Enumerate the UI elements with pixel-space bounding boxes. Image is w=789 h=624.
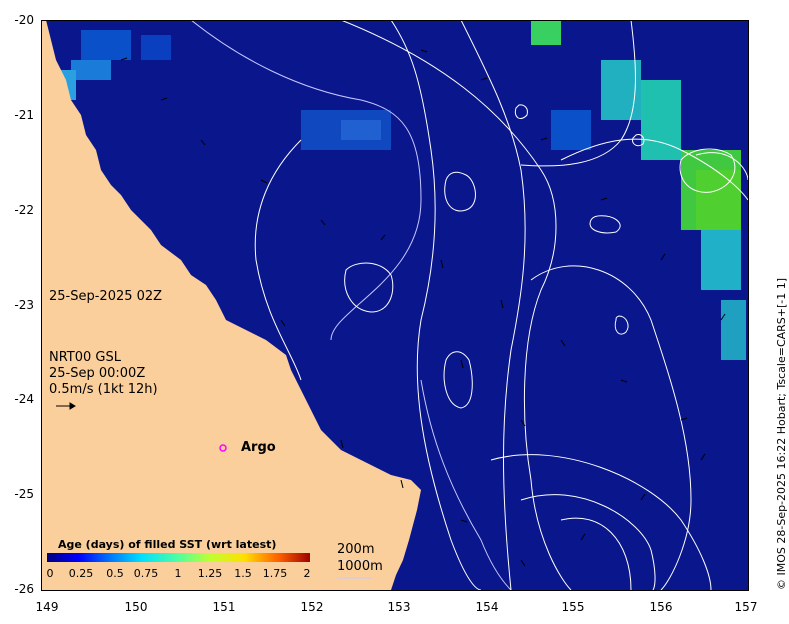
legend-tick: 0.5 [106,567,124,580]
current-source-line1: NRT00 GSL [49,350,121,365]
x-tick-label: 154 [475,600,499,614]
y-tick-label: -21 [14,108,34,122]
x-tick-label: 156 [649,600,673,614]
credit-text: © IMOS 28-Sep-2025 16:22 Hobart; Tscale=… [775,277,788,590]
legend-tick: 0.75 [133,567,159,580]
legend-title: Age (days) of filled SST (wrt latest) [58,538,277,551]
x-tick-label: 153 [387,600,411,614]
x-tick-label: 157 [734,600,758,614]
legend-tick: 0.25 [68,567,94,580]
current-source-line3: 0.5m/s (1kt 12h) [49,382,158,397]
y-tick-label: -25 [14,487,34,501]
y-tick-label: -20 [14,13,34,27]
legend-tick: 1.75 [262,567,288,580]
x-tick-label: 151 [212,600,236,614]
y-tick-label: -22 [14,203,34,217]
y-tick-label: -26 [14,582,34,596]
y-tick-label: -24 [14,392,34,406]
legend-tick: 0 [46,567,54,580]
legend-tick: 2 [303,567,311,580]
legend-colorbar [47,553,310,562]
x-tick-label: 152 [300,600,324,614]
depth-label-200: 200m [337,542,375,557]
argo-label: Argo [241,440,276,455]
legend-tick: 1.5 [234,567,252,580]
x-tick-label: 155 [561,600,585,614]
timestamp-label: 25-Sep-2025 02Z [49,289,163,304]
y-tick-label: -23 [14,298,34,312]
x-tick-label: 149 [35,600,59,614]
depth-label-1000: 1000m [337,559,383,574]
x-tick-label: 150 [124,600,148,614]
map-border [41,20,749,591]
current-source-line2: 25-Sep 00:00Z [49,366,146,381]
legend-tick: 1.25 [197,567,223,580]
legend-tick: 1 [174,567,182,580]
